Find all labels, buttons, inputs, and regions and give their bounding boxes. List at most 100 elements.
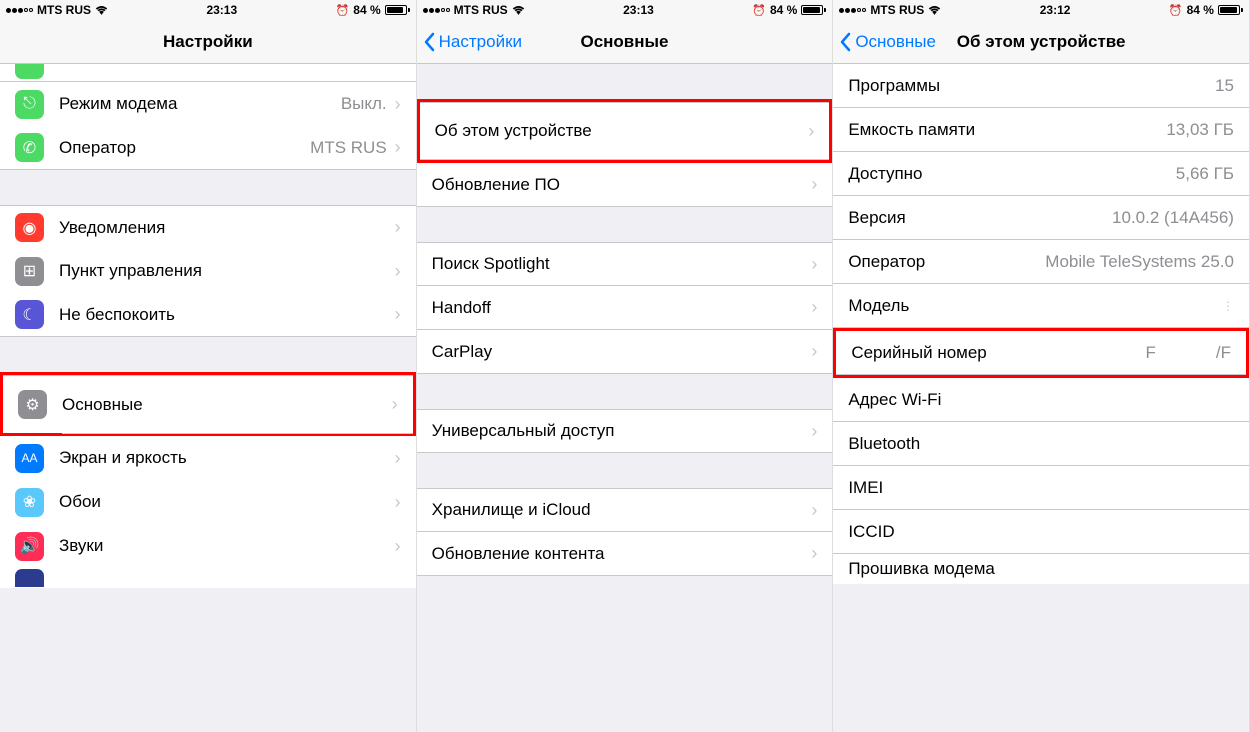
row-bluetooth[interactable]: Bluetooth [833, 422, 1249, 466]
row-sounds[interactable]: 🔊 Звуки › [0, 524, 416, 568]
row-display[interactable]: AA Экран и яркость › [0, 436, 416, 480]
row-carplay[interactable]: CarPlay › [417, 330, 833, 374]
back-button[interactable]: Основные [839, 32, 936, 52]
row-label: Универсальный доступ [432, 421, 812, 441]
battery-icon [385, 5, 410, 15]
row-label: CarPlay [432, 342, 812, 362]
row-storage[interactable]: Хранилище и iCloud › [417, 488, 833, 532]
row-label: Обновление контента [432, 544, 812, 564]
row-handoff[interactable]: Handoff › [417, 286, 833, 330]
row-wallpaper[interactable]: ❀ Обои › [0, 480, 416, 524]
wifi-icon [95, 5, 108, 15]
settings-list[interactable]: ⎋ Режим модема Выкл. › ✆ Оператор MTS RU… [0, 64, 416, 732]
alarm-icon: ⏰ [336, 4, 350, 17]
back-label: Настройки [439, 32, 522, 52]
time-label: 23:13 [206, 3, 237, 17]
chevron-icon: › [395, 448, 401, 469]
screen-settings: MTS RUS 23:13 ⏰ 84 % Настройки ⎋ Режим м… [0, 0, 417, 732]
row-hotspot[interactable]: ⎋ Режим модема Выкл. › [0, 82, 416, 126]
row-dnd[interactable]: ☾ Не беспокоить › [0, 293, 416, 337]
row-value-2: /F [1216, 343, 1231, 363]
screen-general: MTS RUS 23:13 ⏰ 84 % Настройки Основные … [417, 0, 834, 732]
row-carrier[interactable]: Оператор Mobile TeleSystems 25.0 [833, 240, 1249, 284]
chevron-icon: › [395, 261, 401, 282]
row-accessibility[interactable]: Универсальный доступ › [417, 409, 833, 453]
screen-about: MTS RUS 23:12 ⏰ 84 % Основные Об этом ус… [833, 0, 1250, 732]
nav-bar: Настройки [0, 20, 416, 64]
row-partial[interactable] [0, 568, 416, 588]
row-value: Выкл. [341, 94, 387, 114]
battery-icon [801, 5, 826, 15]
alarm-icon: ⏰ [752, 4, 766, 17]
carrier-label: MTS RUS [37, 3, 91, 17]
row-label: Основные [62, 395, 392, 415]
row-label: IMEI [848, 478, 1234, 498]
wifi-icon [512, 5, 525, 15]
page-title: Настройки [163, 32, 253, 52]
chevron-icon: › [395, 492, 401, 513]
battery-label: 84 % [1187, 3, 1214, 17]
hotspot-icon: ⎋ [15, 90, 44, 119]
row-model[interactable]: Модель ⋮ [833, 284, 1249, 328]
row-wifi-address[interactable]: Адрес Wi-Fi [833, 378, 1249, 422]
row-label: Обои [59, 492, 395, 512]
battery-label: 84 % [353, 3, 380, 17]
signal-icon [839, 8, 866, 13]
chevron-icon: › [811, 254, 817, 275]
row-value: 15 [1215, 76, 1234, 96]
row-label: Не беспокоить [59, 305, 395, 325]
row-label: ICCID [848, 522, 1234, 542]
signal-icon [6, 8, 33, 13]
row-label: Оператор [59, 138, 310, 158]
chevron-icon: › [395, 217, 401, 238]
row-serial[interactable]: Серийный номер F /F [836, 331, 1246, 375]
carrier-label: MTS RUS [454, 3, 508, 17]
row-label: Хранилище и iCloud [432, 500, 812, 520]
row-label: Доступно [848, 164, 1175, 184]
control-center-icon: ⊞ [15, 257, 44, 286]
alarm-icon: ⏰ [1169, 4, 1183, 17]
general-list[interactable]: Об этом устройстве › Обновление ПО › Пои… [417, 64, 833, 732]
chevron-icon: › [395, 137, 401, 158]
row-modem-firmware[interactable]: Прошивка модема [833, 554, 1249, 584]
nav-bar: Настройки Основные [417, 20, 833, 64]
chevron-icon: › [811, 543, 817, 564]
gear-icon: ⚙ [18, 390, 47, 419]
row-value: 5,66 ГБ [1176, 164, 1234, 184]
row-version[interactable]: Версия 10.0.2 (14A456) [833, 196, 1249, 240]
about-list[interactable]: Программы 15 Емкость памяти 13,03 ГБ Дос… [833, 64, 1249, 732]
row-label: Модель [848, 296, 1222, 316]
row-label: Режим модема [59, 94, 341, 114]
chevron-icon: › [811, 174, 817, 195]
row-capacity[interactable]: Емкость памяти 13,03 ГБ [833, 108, 1249, 152]
time-label: 23:12 [1040, 3, 1071, 17]
row-general[interactable]: ⚙ Основные › [3, 375, 413, 433]
siri-icon [15, 569, 44, 587]
wallpaper-icon: ❀ [15, 488, 44, 517]
row-spotlight[interactable]: Поиск Spotlight › [417, 242, 833, 286]
wifi-icon [928, 5, 941, 15]
row-label: Версия [848, 208, 1112, 228]
row-label: Программы [848, 76, 1215, 96]
back-button[interactable]: Настройки [423, 32, 522, 52]
row-carrier[interactable]: ✆ Оператор MTS RUS › [0, 126, 416, 170]
row-control-center[interactable]: ⊞ Пункт управления › [0, 249, 416, 293]
chevron-icon: › [811, 421, 817, 442]
row-imei[interactable]: IMEI [833, 466, 1249, 510]
row-value: F [1145, 343, 1155, 363]
row-iccid[interactable]: ICCID [833, 510, 1249, 554]
row-label: Handoff [432, 298, 812, 318]
chevron-icon: › [392, 394, 398, 415]
dnd-icon: ☾ [15, 300, 44, 329]
row-apps[interactable]: Программы 15 [833, 64, 1249, 108]
row-background-refresh[interactable]: Обновление контента › [417, 532, 833, 576]
row-value: MTS RUS [310, 138, 387, 158]
row-software-update[interactable]: Обновление ПО › [417, 163, 833, 207]
partial-row [0, 64, 416, 82]
chevron-icon: › [395, 536, 401, 557]
row-notifications[interactable]: ◉ Уведомления › [0, 205, 416, 249]
nav-bar: Основные Об этом устройстве [833, 20, 1249, 64]
row-available[interactable]: Доступно 5,66 ГБ [833, 152, 1249, 196]
display-icon: AA [15, 444, 44, 473]
row-about[interactable]: Об этом устройстве › [420, 102, 830, 160]
